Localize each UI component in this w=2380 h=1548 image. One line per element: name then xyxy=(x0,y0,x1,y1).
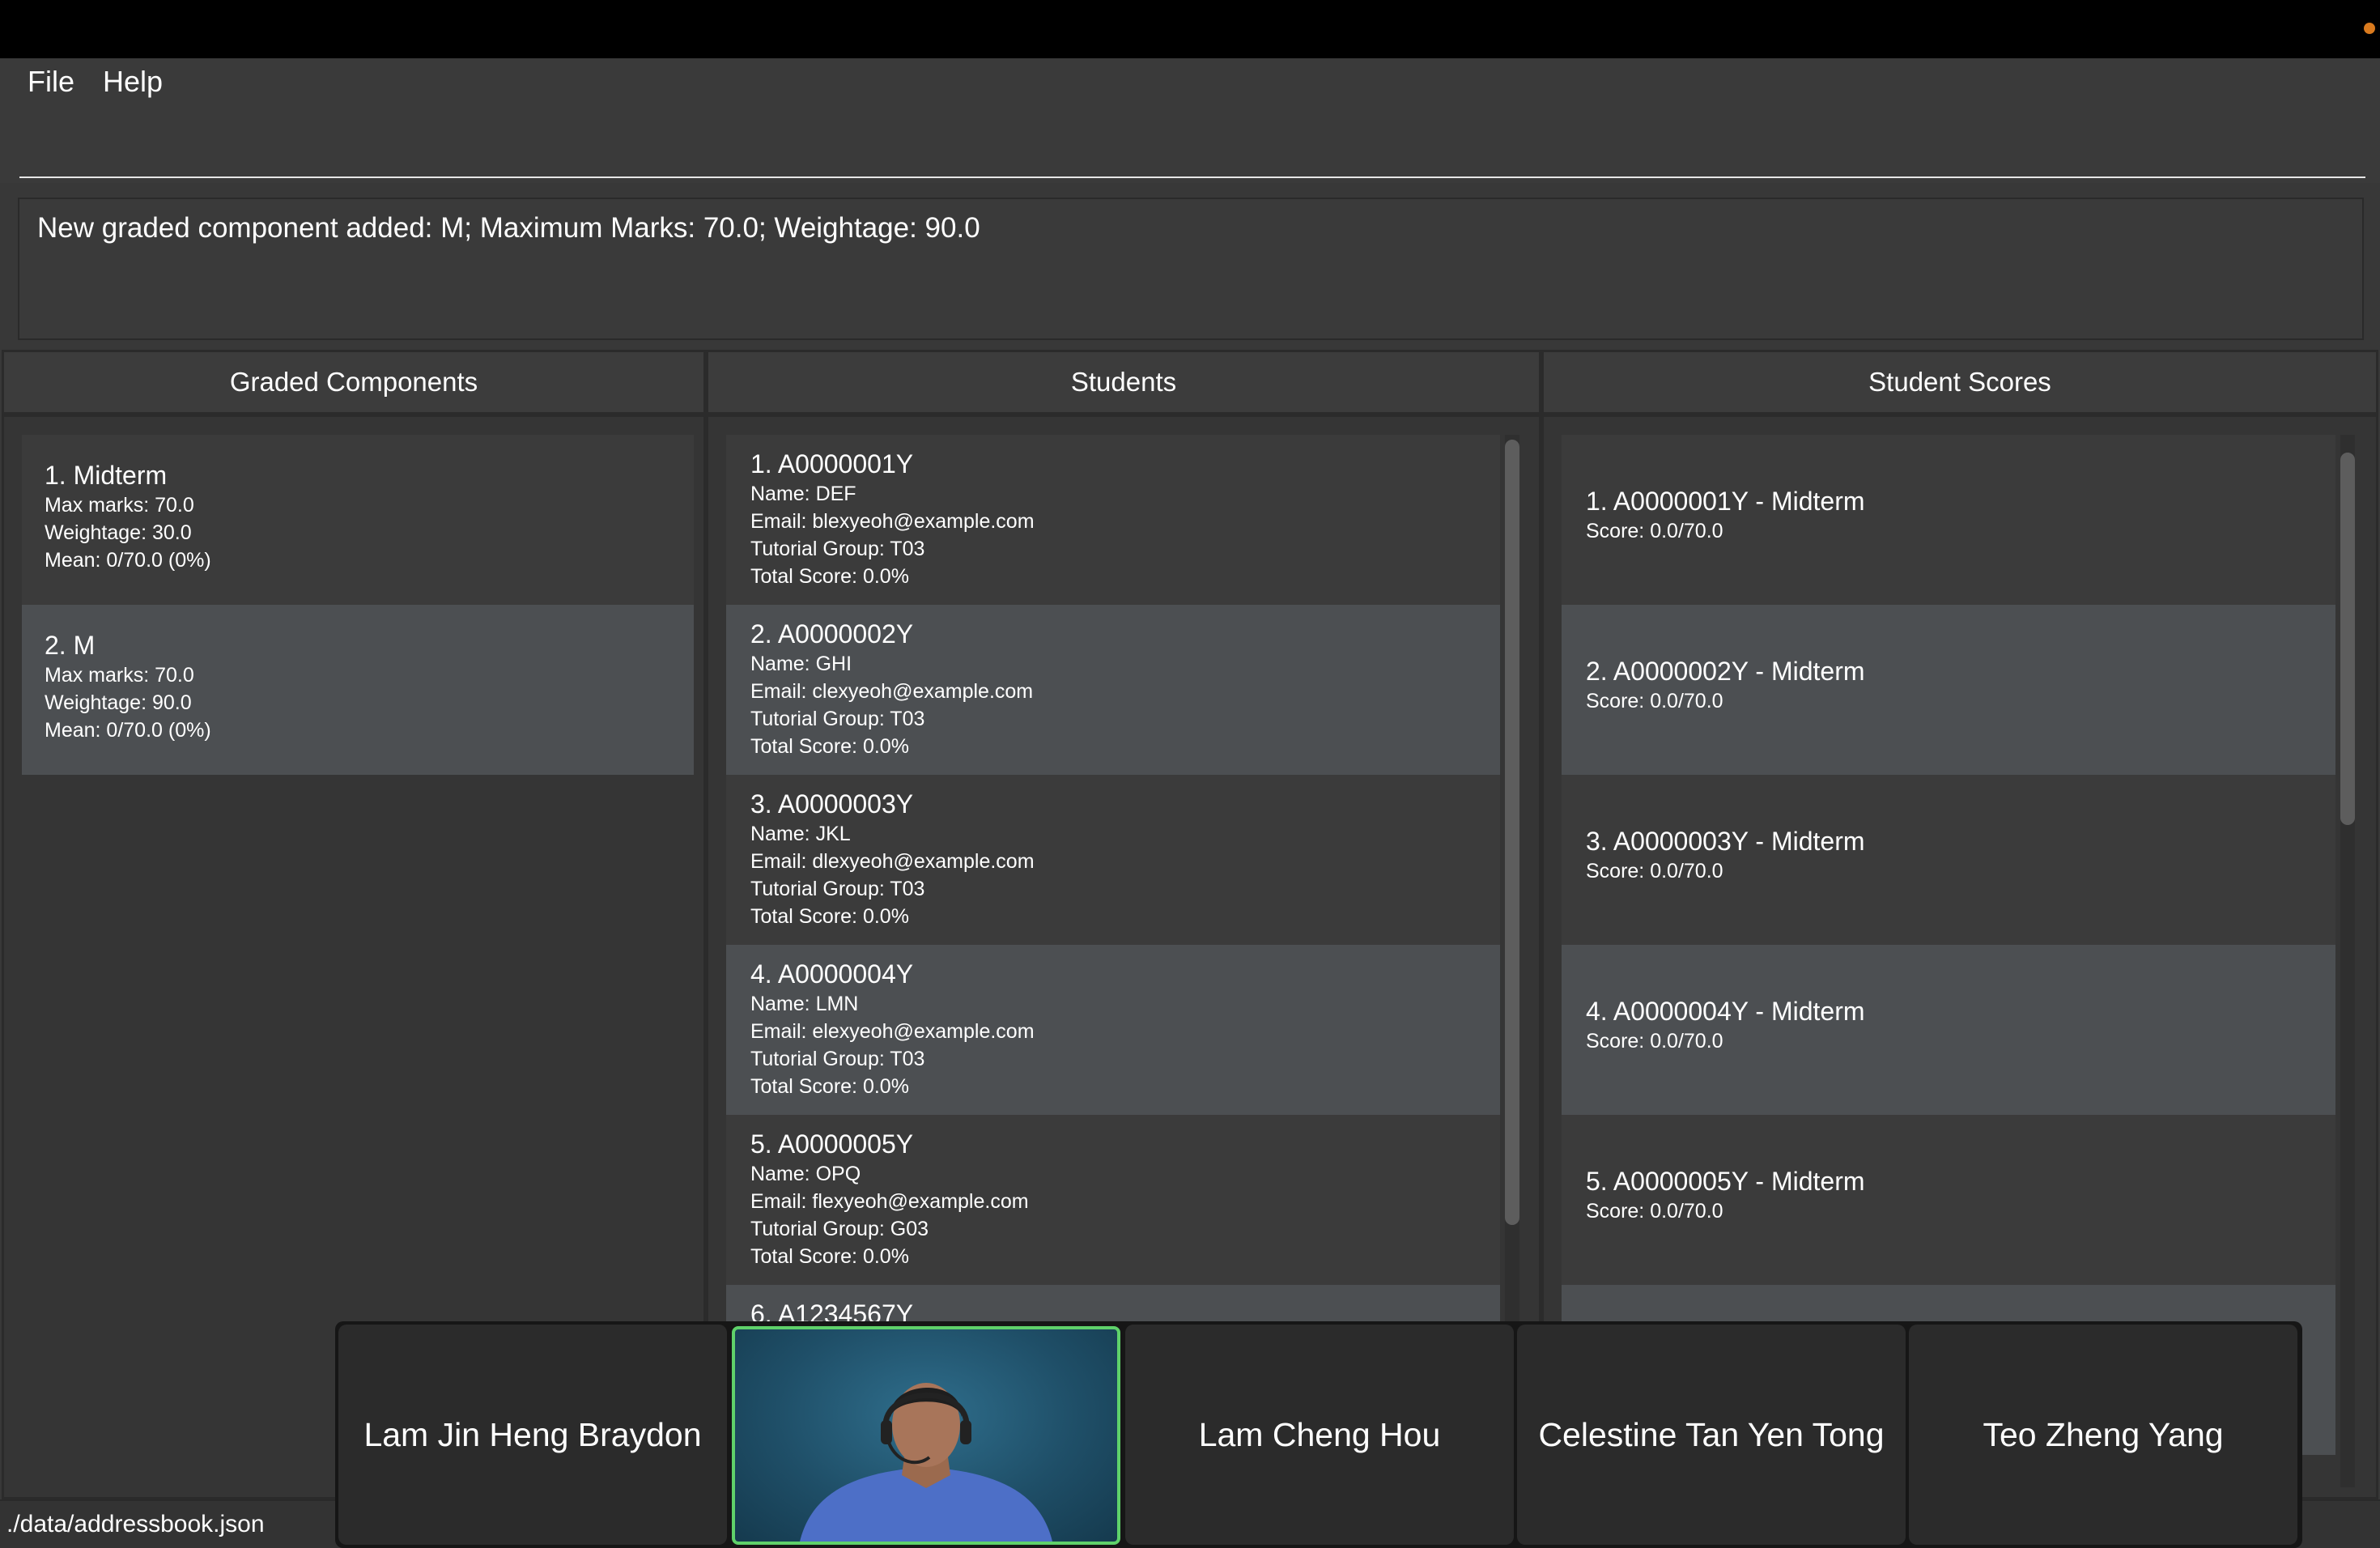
student-total-score: Total Score: 0.0% xyxy=(750,1075,909,1098)
student-card[interactable]: 5. A0000005Y Name: OPQ Email: flexyeoh@e… xyxy=(726,1115,1500,1285)
command-box xyxy=(0,112,2380,183)
student-total-score: Total Score: 0.0% xyxy=(750,735,909,758)
recording-indicator-icon xyxy=(2364,23,2375,34)
component-card[interactable]: 2. M Max marks: 70.0 Weightage: 90.0 Mea… xyxy=(22,605,694,775)
score-card[interactable]: 4. A0000004Y - Midterm Score: 0.0/70.0 xyxy=(1562,945,2335,1115)
menu-help[interactable]: Help xyxy=(103,65,163,99)
participant-name: Teo Zheng Yang xyxy=(1983,1415,2224,1453)
student-email: Email: blexyeoh@example.com xyxy=(750,510,1035,533)
participant-tile[interactable]: Celestine Tan Yen Tong xyxy=(1517,1325,1906,1545)
component-mean: Mean: 0/70.0 (0%) xyxy=(45,719,211,742)
student-name: Name: OPQ xyxy=(750,1163,861,1185)
student-tutorial-group: Tutorial Group: T03 xyxy=(750,538,925,560)
score-card[interactable]: 3. A0000003Y - Midterm Score: 0.0/70.0 xyxy=(1562,775,2335,945)
student-card[interactable]: 3. A0000003Y Name: JKL Email: dlexyeoh@e… xyxy=(726,775,1500,945)
student-id: 1. A0000001Y xyxy=(750,449,914,478)
score-value: Score: 0.0/70.0 xyxy=(1586,1200,1723,1223)
student-name: Name: DEF xyxy=(750,483,856,505)
graded-components-title: Graded Components xyxy=(229,367,478,397)
component-weightage: Weightage: 30.0 xyxy=(45,521,192,544)
student-email: Email: clexyeoh@example.com xyxy=(750,680,1034,703)
score-card[interactable]: 1. A0000001Y - Midterm Score: 0.0/70.0 xyxy=(1562,435,2335,605)
component-max-marks: Max marks: 70.0 xyxy=(45,494,194,517)
participant-tile[interactable]: Lam Jin Heng Braydon xyxy=(338,1325,727,1545)
score-title: 2. A0000002Y - Midterm xyxy=(1586,657,1865,686)
participant-name: Lam Jin Heng Braydon xyxy=(363,1415,702,1453)
component-title: 1. Midterm xyxy=(45,461,168,490)
score-card[interactable]: 5. A0000005Y - Midterm Score: 0.0/70.0 xyxy=(1562,1115,2335,1285)
participant-tile[interactable]: Teo Zheng Yang xyxy=(1909,1325,2297,1545)
student-tutorial-group: Tutorial Group: T03 xyxy=(750,878,925,900)
component-mean: Mean: 0/70.0 (0%) xyxy=(45,549,211,572)
graded-components-header: Graded Components xyxy=(2,350,706,415)
component-card[interactable]: 1. Midterm Max marks: 70.0 Weightage: 30… xyxy=(22,435,694,605)
menu-bar: File Help xyxy=(0,58,2380,112)
students-title: Students xyxy=(1070,367,1177,397)
student-card[interactable]: 1. A0000001Y Name: DEF Email: blexyeoh@e… xyxy=(726,435,1500,605)
score-title: 5. A0000005Y - Midterm xyxy=(1586,1167,1865,1196)
student-email: Email: elexyeoh@example.com xyxy=(750,1020,1035,1043)
student-card[interactable]: 2. A0000002Y Name: GHI Email: clexyeoh@e… xyxy=(726,605,1500,775)
score-title: 4. A0000004Y - Midterm xyxy=(1586,997,1865,1026)
result-message: New graded component added: M; Maximum M… xyxy=(37,212,980,244)
student-tutorial-group: Tutorial Group: T03 xyxy=(750,708,925,730)
component-max-marks: Max marks: 70.0 xyxy=(45,664,194,687)
student-id: 3. A0000003Y xyxy=(750,789,914,819)
students-scrollbar-thumb[interactable] xyxy=(1505,440,1519,1225)
students-header: Students xyxy=(706,350,1541,415)
student-email: Email: dlexyeoh@example.com xyxy=(750,850,1035,873)
student-scores-header: Student Scores xyxy=(1541,350,2378,415)
scores-scrollbar[interactable] xyxy=(2340,435,2355,1487)
student-name: Name: LMN xyxy=(750,993,859,1015)
score-title: 1. A0000001Y - Midterm xyxy=(1586,487,1865,516)
component-title: 2. M xyxy=(45,631,96,660)
score-value: Score: 0.0/70.0 xyxy=(1586,690,1723,712)
result-display: New graded component added: M; Maximum M… xyxy=(18,198,2364,340)
window-top-bar xyxy=(0,0,2380,58)
score-card[interactable]: 2. A0000002Y - Midterm Score: 0.0/70.0 xyxy=(1562,605,2335,775)
student-email: Email: flexyeoh@example.com xyxy=(750,1190,1029,1213)
component-weightage: Weightage: 90.0 xyxy=(45,691,192,714)
score-value: Score: 0.0/70.0 xyxy=(1586,1030,1723,1053)
participant-video-icon xyxy=(800,1383,1052,1542)
student-id: 2. A0000002Y xyxy=(750,619,914,649)
student-tutorial-group: Tutorial Group: T03 xyxy=(750,1048,925,1070)
score-title: 3. A0000003Y - Midterm xyxy=(1586,827,1865,856)
score-value: Score: 0.0/70.0 xyxy=(1586,520,1723,542)
command-input[interactable] xyxy=(19,121,2365,178)
participant-tile[interactable]: Lam Cheng Hou xyxy=(1125,1325,1514,1545)
participant-name: Lam Cheng Hou xyxy=(1198,1415,1441,1453)
participant-video-tile[interactable] xyxy=(732,1326,1120,1545)
student-total-score: Total Score: 0.0% xyxy=(750,1245,909,1268)
student-scores-title: Student Scores xyxy=(1868,367,2051,397)
student-total-score: Total Score: 0.0% xyxy=(750,905,909,928)
student-tutorial-group: Tutorial Group: G03 xyxy=(750,1218,929,1240)
student-name: Name: GHI xyxy=(750,653,852,675)
student-id: 5. A0000005Y xyxy=(750,1129,914,1159)
student-name: Name: JKL xyxy=(750,823,851,845)
save-location-path: ./data/addressbook.json xyxy=(6,1511,265,1537)
student-id: 4. A0000004Y xyxy=(750,959,914,989)
menu-file[interactable]: File xyxy=(28,65,74,99)
student-card[interactable]: 4. A0000004Y Name: LMN Email: elexyeoh@e… xyxy=(726,945,1500,1115)
score-value: Score: 0.0/70.0 xyxy=(1586,860,1723,882)
scores-scrollbar-thumb[interactable] xyxy=(2340,453,2355,825)
participant-name: Celestine Tan Yen Tong xyxy=(1538,1415,1885,1453)
student-total-score: Total Score: 0.0% xyxy=(750,565,909,588)
